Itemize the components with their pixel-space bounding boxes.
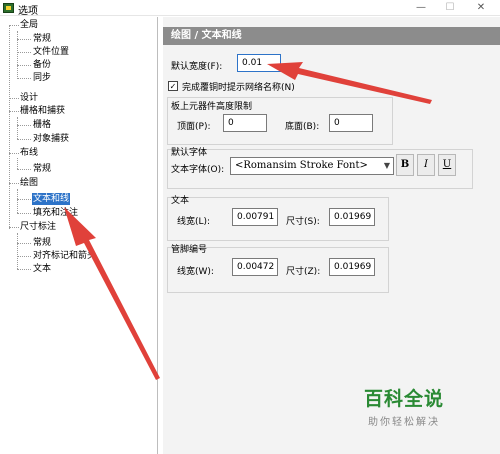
bottom-height-field[interactable]: 0	[329, 114, 373, 132]
text-font-label: 文本字体(O):	[171, 165, 225, 175]
panel-header: 绘图 / 文本和线	[163, 27, 500, 45]
text-group-title: 文本	[171, 196, 190, 206]
tree-item-routing[interactable]: 布线	[20, 147, 38, 159]
watermark-subtitle: 助你轻松解决	[368, 417, 440, 428]
tree-item-dimensioning-general[interactable]: 常规	[33, 237, 51, 249]
tree-connector	[17, 213, 31, 214]
pin-line-width-label: 线宽(W):	[177, 267, 214, 277]
tree-item-global-general[interactable]: 常规	[33, 33, 51, 45]
tree-item-text-and-lines[interactable]: 文本和线	[32, 193, 71, 205]
tree-connector	[9, 25, 10, 229]
tree-connector	[17, 199, 31, 200]
text-line-width-label: 线宽(L):	[177, 217, 211, 227]
tree-connector	[17, 169, 31, 170]
tree-connector	[17, 117, 18, 139]
complete-prompt-label: 完成覆铜时提示网络名称(N)	[182, 83, 295, 93]
window-title: 选项	[18, 6, 38, 17]
default-width-field[interactable]: 0.01	[237, 54, 281, 72]
tree-connector	[9, 227, 19, 228]
tree-item-routing-general[interactable]: 常规	[33, 163, 51, 175]
tree-connector	[17, 65, 31, 66]
tree-item-backup[interactable]: 备份	[33, 59, 51, 71]
tree-item-fill-and-hatch[interactable]: 填充和注注	[33, 207, 78, 219]
tree-item-grid[interactable]: 栅格	[33, 119, 51, 131]
top-label: 顶面(P):	[177, 122, 211, 132]
default-width-label: 默认宽度(F):	[171, 62, 223, 72]
tree-connector	[17, 52, 31, 53]
tree-item-drawing[interactable]: 绘图	[20, 177, 38, 189]
pin-size-field[interactable]: 0.01969	[329, 258, 375, 276]
watermark-logo: 百科全说	[364, 388, 445, 410]
tree-item-global[interactable]: 全局	[20, 19, 38, 31]
close-button[interactable]: ✕	[468, 0, 494, 16]
tree-item-object-snap[interactable]: 对象捕获	[33, 133, 69, 145]
tree-item-align-markers-arrows[interactable]: 对齐标记和箭头	[33, 250, 96, 262]
tree-connector	[17, 256, 31, 257]
minimize-button[interactable]: —	[408, 0, 434, 16]
options-tree: 全局 常规 文件位置 备份 同步 设计 栅格和捕获 栅格 对象捕获 布线 常规 …	[0, 17, 158, 454]
tree-connector	[17, 233, 18, 269]
tree-connector	[17, 269, 31, 270]
tree-item-sync[interactable]: 同步	[33, 72, 51, 84]
bottom-label: 底面(B):	[285, 122, 320, 132]
pin-group-title: 管脚编号	[171, 245, 208, 255]
tree-connector	[17, 39, 31, 40]
font-group-title: 默认字体	[171, 148, 208, 158]
tree-connector	[17, 158, 18, 169]
text-size-field[interactable]: 0.01969	[329, 208, 375, 226]
complete-prompt-checkbox[interactable]: ✓	[168, 81, 178, 91]
text-line-width-field[interactable]: 0.00791	[232, 208, 278, 226]
board-group-title: 板上元器件高度限制	[171, 102, 253, 112]
tree-connector	[9, 111, 19, 112]
watermark: 百科全说 助你轻松解决	[364, 384, 480, 428]
tree-item-design[interactable]: 设计	[20, 92, 38, 104]
underline-button[interactable]: U	[438, 154, 456, 176]
text-font-value: <Romansim Stroke Font>	[235, 160, 368, 171]
text-font-select[interactable]: <Romansim Stroke Font> ▼	[230, 157, 394, 175]
tree-connector	[17, 78, 31, 79]
title-bar: 选项 — ☐ ✕	[0, 0, 500, 17]
chevron-down-icon: ▼	[383, 161, 390, 170]
tree-item-file-locations[interactable]: 文件位置	[33, 46, 69, 58]
top-height-field[interactable]: 0	[223, 114, 267, 132]
tree-connector	[17, 125, 31, 126]
tree-connector	[17, 139, 31, 140]
pin-size-label: 尺寸(Z):	[286, 267, 321, 277]
pin-line-width-field[interactable]: 0.00472	[232, 258, 278, 276]
tree-connector	[17, 31, 18, 77]
maximize-button[interactable]: ☐	[437, 0, 463, 16]
tree-connector	[9, 98, 19, 99]
tree-item-dimensioning[interactable]: 尺寸标注	[20, 221, 56, 233]
tree-connector	[9, 183, 19, 184]
app-icon	[3, 3, 14, 13]
tree-connector	[17, 243, 31, 244]
tree-connector	[9, 153, 19, 154]
italic-button[interactable]: I	[417, 154, 435, 176]
tree-connector	[9, 25, 19, 26]
text-size-label: 尺寸(S):	[286, 217, 320, 227]
tree-item-grid-snap[interactable]: 栅格和捕获	[20, 105, 65, 117]
tree-item-dimension-text[interactable]: 文本	[33, 263, 51, 275]
bold-button[interactable]: B	[396, 154, 414, 176]
tree-connector	[17, 189, 18, 213]
